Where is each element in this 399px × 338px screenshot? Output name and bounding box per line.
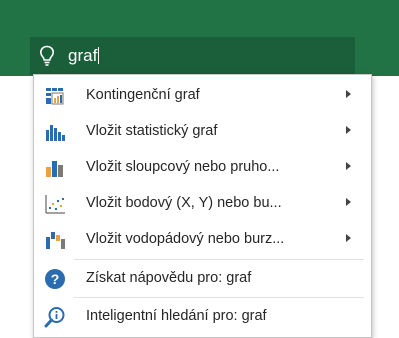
submenu-arrow-icon <box>346 234 351 242</box>
smart-lookup-icon <box>44 307 65 328</box>
submenu-arrow-icon <box>346 126 351 134</box>
menu-item-label: Vložit vodopádový nebo burz... <box>86 231 285 247</box>
scatter-chart-icon <box>45 195 65 214</box>
menu-item-label: Vložit bodový (X, Y) nebo bu... <box>86 195 282 211</box>
menu-item-waterfall-chart[interactable]: Vložit vodopádový nebo burz... <box>34 221 371 257</box>
menu-item-get-help[interactable]: ? Získat nápovědu pro: graf <box>34 260 371 296</box>
waterfall-chart-icon <box>46 232 65 249</box>
menu-item-column-chart[interactable]: Vložit sloupcový nebo pruho... <box>34 149 371 185</box>
submenu-arrow-icon <box>346 90 351 98</box>
submenu-arrow-icon <box>346 198 351 206</box>
search-query-text: graf <box>68 46 98 65</box>
help-icon: ? <box>45 269 65 289</box>
menu-item-label: Vložit statistický graf <box>86 123 218 139</box>
statistic-chart-icon <box>46 125 65 141</box>
menu-item-smart-lookup[interactable]: Inteligentní hledání pro: graf <box>34 298 371 334</box>
menu-item-statistic-chart[interactable]: Vložit statistický graf <box>34 113 371 149</box>
menu-item-label: Získat nápovědu pro: graf <box>86 270 252 286</box>
menu-item-pivot-chart[interactable]: Kontingenční graf <box>34 77 371 113</box>
pivot-chart-icon <box>46 88 64 105</box>
svg-text:?: ? <box>51 271 60 287</box>
column-chart-icon <box>46 161 63 177</box>
search-results-menu: Kontingenční graf Vložit statistický gra… <box>33 74 372 338</box>
tell-me-search-box[interactable]: graf <box>30 37 355 75</box>
menu-item-scatter-chart[interactable]: Vložit bodový (X, Y) nebo bu... <box>34 185 371 221</box>
lightbulb-icon <box>39 45 55 66</box>
submenu-arrow-icon <box>346 162 351 170</box>
menu-item-label: Kontingenční graf <box>86 87 200 103</box>
menu-item-label: Inteligentní hledání pro: graf <box>86 308 267 324</box>
menu-item-label: Vložit sloupcový nebo pruho... <box>86 159 280 175</box>
search-input[interactable]: graf <box>68 46 100 66</box>
text-caret <box>98 47 100 64</box>
ribbon-background: graf <box>0 0 399 76</box>
